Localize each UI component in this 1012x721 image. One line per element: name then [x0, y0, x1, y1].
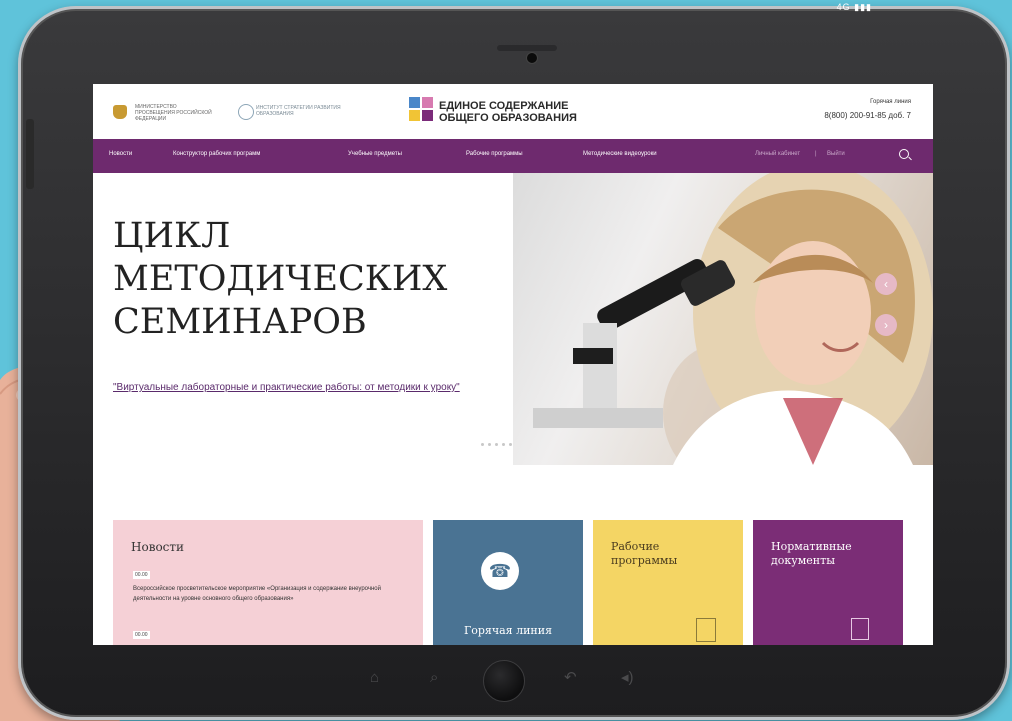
hotline-label: Горячая линия: [870, 99, 911, 105]
nav-item-constructor[interactable]: Конструктор рабочих программ: [173, 151, 260, 157]
brand-line-1: ЕДИНОЕ СОДЕРЖАНИЕ: [439, 100, 569, 112]
hero-title-line-3: СЕМИНАРОВ: [113, 302, 367, 342]
account-link[interactable]: Личный кабинет: [755, 151, 800, 157]
ministry-logo-text[interactable]: МИНИСТЕРСТВО ПРОСВЕЩЕНИЯ РОССИЙСКОЙ ФЕДЕ…: [135, 104, 215, 122]
site-header: МИНИСТЕРСТВО ПРОСВЕЩЕНИЯ РОССИЙСКОЙ ФЕДЕ…: [93, 84, 933, 139]
hotline-phone[interactable]: 8(800) 200-91-85 доб. 7: [824, 111, 911, 120]
search-icon[interactable]: ⌕: [430, 670, 438, 685]
institute-logo-icon: [238, 104, 254, 120]
document-icon: [696, 618, 716, 642]
nav-separator: |: [815, 151, 817, 157]
brand-line-2: ОБЩЕГО ОБРАЗОВАНИЯ: [439, 112, 577, 124]
brand-logo-icon[interactable]: [409, 97, 433, 121]
news-tile-title: Новости: [131, 540, 185, 554]
home-button[interactable]: [483, 660, 525, 702]
eagle-emblem-icon: [113, 105, 127, 119]
phone-icon: ☎: [481, 552, 519, 590]
programs-title-line-2: программы: [611, 554, 678, 567]
seminar-link[interactable]: "Виртуальные лабораторные и практические…: [113, 380, 473, 396]
website-screen: МИНИСТЕРСТВО ПРОСВЕЩЕНИЯ РОССИЙСКОЙ ФЕДЕ…: [93, 84, 933, 645]
slider-prev-button[interactable]: ‹: [875, 273, 897, 295]
hero-title-line-1: ЦИКЛ: [113, 216, 231, 256]
documents-icon: [851, 618, 869, 640]
documents-title-line-1: Нормативные: [771, 540, 852, 553]
nav-item-programs[interactable]: Рабочие программы: [466, 151, 523, 157]
girl-with-microscope-illustration: [533, 173, 933, 465]
hero-title: ЦИКЛ МЕТОДИЧЕСКИХ СЕМИНАРОВ: [113, 215, 503, 344]
back-icon[interactable]: ↶: [564, 670, 577, 685]
programs-tile-title: Рабочие программы: [611, 540, 677, 568]
news-tile[interactable]: Новости 00.00 Всероссийское просветитель…: [113, 520, 423, 645]
section-tiles: Новости 00.00 Всероссийское просветитель…: [93, 520, 933, 645]
brand-title[interactable]: ЕДИНОЕ СОДЕРЖАНИЕ ОБЩЕГО ОБРАЗОВАНИЯ: [439, 100, 577, 124]
programs-title-line-1: Рабочие: [611, 540, 660, 553]
news-date: 00.00: [133, 631, 150, 639]
speaker-grille: [497, 45, 557, 51]
slider-dots[interactable]: [481, 433, 516, 451]
news-date: 00.00: [133, 571, 150, 579]
status-indicator: 4G ▮▮▮: [836, 2, 872, 12]
home-icon[interactable]: ⌂: [370, 670, 379, 685]
slider-next-button[interactable]: ›: [875, 314, 897, 336]
hotline-tile-title: Горячая линия: [463, 624, 553, 637]
nav-item-video-lessons[interactable]: Методические видеоуроки: [583, 151, 657, 157]
side-button[interactable]: [26, 119, 34, 189]
documents-tile[interactable]: Нормативные документы: [753, 520, 903, 645]
nav-item-news[interactable]: Новости: [109, 151, 132, 157]
news-item-text[interactable]: Всероссийское просветительское мероприят…: [133, 584, 403, 604]
hero-photo: ‹ ›: [513, 173, 933, 465]
front-camera: [526, 52, 538, 64]
nav-item-subjects[interactable]: Учебные предметы: [348, 151, 402, 157]
institute-logo-text[interactable]: ИНСТИТУТ СТРАТЕГИИ РАЗВИТИЯ ОБРАЗОВАНИЯ: [256, 105, 346, 117]
programs-tile[interactable]: Рабочие программы: [593, 520, 743, 645]
volume-icon[interactable]: ◂): [621, 670, 634, 685]
hero-title-line-2: МЕТОДИЧЕСКИХ: [113, 259, 448, 299]
documents-title-line-2: документы: [771, 554, 835, 567]
search-icon[interactable]: [899, 149, 909, 159]
main-navigation: Новости Конструктор рабочих программ Уче…: [93, 139, 933, 173]
logout-link[interactable]: Выйти: [827, 151, 845, 157]
documents-tile-title: Нормативные документы: [771, 540, 852, 568]
hero-slider: ЦИКЛ МЕТОДИЧЕСКИХ СЕМИНАРОВ "Виртуальные…: [93, 173, 933, 465]
hotline-tile[interactable]: ☎ Горячая линия: [433, 520, 583, 645]
